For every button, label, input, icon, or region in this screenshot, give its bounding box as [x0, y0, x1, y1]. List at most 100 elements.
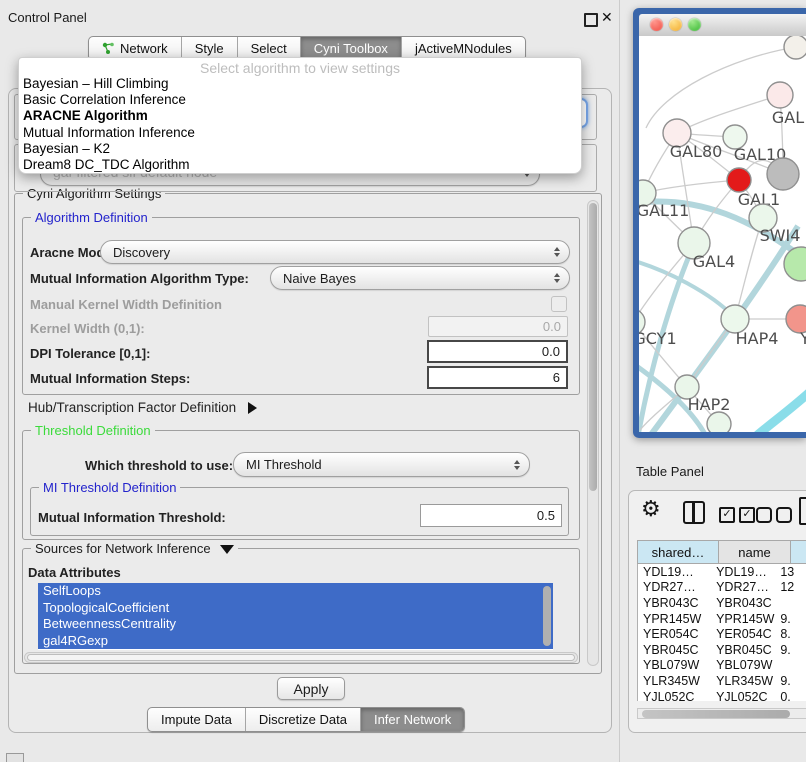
- node-unlabeled-top[interactable]: [784, 36, 806, 59]
- control-panel: Control Panel ✕ NetworkStyleSelectCyni T…: [0, 0, 620, 762]
- attributes-list-scrollbar[interactable]: [543, 586, 551, 646]
- attribute-item-gal4rgexp[interactable]: gal4RGexp: [38, 633, 553, 650]
- table-cell: YDR27…: [638, 580, 711, 594]
- node-gal-cut[interactable]: [767, 82, 793, 108]
- column-header-shared[interactable]: shared…: [637, 540, 719, 564]
- close-traffic-light[interactable]: [650, 18, 663, 31]
- node-gal80-label: GAL80: [670, 142, 723, 161]
- deselect-all-icon[interactable]: [756, 507, 792, 523]
- algorithm-option-bayesian-k2[interactable]: Bayesian – K2: [19, 141, 581, 157]
- which-threshold-combo[interactable]: MI Threshold: [233, 452, 530, 477]
- table-cell: YBR045C: [711, 643, 775, 657]
- mi-threshold-field[interactable]: 0.5: [420, 504, 562, 527]
- document-icon[interactable]: [799, 497, 806, 525]
- node-gal1[interactable]: [727, 168, 751, 192]
- table-cell: YBL079W: [638, 658, 711, 672]
- select-all-icon[interactable]: ✓✓: [719, 507, 755, 523]
- table-row-yjl052c[interactable]: YJL052CYJL052C0.: [638, 689, 806, 701]
- table-cell: 8.: [775, 627, 806, 641]
- combo-stepper-icon: [514, 460, 520, 470]
- data-attributes-label: Data Attributes: [28, 565, 121, 580]
- kernel-width-field[interactable]: 0.0: [428, 316, 568, 337]
- tab-infer-network[interactable]: Infer Network: [361, 708, 464, 731]
- algorithm-option-dream8-dc-tdc-algorithm[interactable]: Dream8 DC_TDC Algorithm: [19, 157, 581, 173]
- zoom-traffic-light[interactable]: [688, 18, 701, 31]
- attribute-item-topologicalcoefficient[interactable]: TopologicalCoefficient: [38, 600, 553, 617]
- tab-label: Impute Data: [161, 712, 232, 727]
- tab-discretize-data[interactable]: Discretize Data: [246, 708, 361, 731]
- network-window-titlebar[interactable]: [639, 14, 806, 37]
- table-cell: YJL052C: [638, 690, 711, 701]
- algorithm-option-basic-correlation-inference[interactable]: Basic Correlation Inference: [19, 92, 581, 108]
- table-panel-body: ⚙ ✓✓ shared…name YDL19…YDL19…13YDR27…YDR…: [628, 490, 806, 733]
- apply-button[interactable]: Apply: [277, 677, 345, 700]
- table-cell: YDL19…: [711, 565, 775, 579]
- aracne-mode-value: Discovery: [113, 245, 170, 260]
- manual-kernel-width-label: Manual Kernel Width Definition: [30, 297, 222, 312]
- attribute-item-selfloops[interactable]: SelfLoops: [38, 583, 553, 600]
- table-row-ydr27[interactable]: YDR27…YDR27…12: [638, 580, 806, 596]
- table-cell: YDL19…: [638, 565, 711, 579]
- mi-algorithm-type-combo[interactable]: Naive Bayes: [270, 266, 570, 290]
- table-row-ypr145w[interactable]: YPR145WYPR145W9.: [638, 611, 806, 627]
- mi-steps-field[interactable]: 6: [427, 366, 568, 389]
- mi-threshold-definition-title: MI Threshold Definition: [39, 480, 180, 495]
- node-gcy1-label: GCY1: [639, 329, 677, 348]
- node-gal11-label: GAL11: [639, 201, 689, 220]
- tab-label: Select: [251, 41, 287, 56]
- column-header-name[interactable]: name: [719, 540, 791, 564]
- node-hap4-label: HAP4: [736, 329, 779, 348]
- combo-stepper-icon: [554, 273, 560, 283]
- table-panel-title: Table Panel: [636, 464, 704, 479]
- table-horizontal-scrollbar[interactable]: [637, 708, 806, 719]
- tab-label: Infer Network: [374, 712, 451, 727]
- table-row-ybr043c[interactable]: YBR043CYBR043C: [638, 595, 806, 611]
- settings-vertical-scrollbar[interactable]: [587, 200, 599, 666]
- node-hap2-label: HAP2: [688, 395, 731, 414]
- table-cell: YLR345W: [711, 674, 775, 688]
- column-header-partial[interactable]: [791, 540, 806, 564]
- sources-horizontal-scrollbar[interactable]: [24, 652, 578, 663]
- table-cell: YPR145W: [638, 612, 711, 626]
- float-window-icon[interactable]: [584, 13, 598, 27]
- table-cell: YBL079W: [711, 658, 775, 672]
- network-view-window[interactable]: GALGAL80GAL10GAL1GAL11SWI4GAL4GCY1HAP4YH…: [633, 8, 806, 438]
- mi-algorithm-type-label: Mutual Information Algorithm Type:: [30, 271, 249, 286]
- dpi-tolerance-field[interactable]: 0.0: [427, 340, 568, 363]
- aracne-mode-combo[interactable]: Discovery: [100, 240, 570, 264]
- algorithm-definition-title: Algorithm Definition: [31, 210, 152, 225]
- algorithm-option-bayesian-hill-climbing[interactable]: Bayesian – Hill Climbing: [19, 76, 581, 92]
- control-panel-titlebar: Control Panel ✕: [0, 6, 620, 32]
- table-row-ydl19[interactable]: YDL19…YDL19…13: [638, 564, 806, 580]
- close-icon[interactable]: ✕: [601, 9, 613, 26]
- data-attributes-list[interactable]: SelfLoopsTopologicalCoefficientBetweenne…: [38, 583, 553, 650]
- algorithm-option-aracne-algorithm[interactable]: ARACNE Algorithm: [19, 108, 581, 124]
- minimize-traffic-light[interactable]: [669, 18, 682, 31]
- node-unlabeled-bottom[interactable]: [707, 412, 731, 432]
- split-columns-icon[interactable]: [683, 501, 705, 524]
- table-panel: Table Panel ⚙ ✓✓ shared…name YDL19…YDL19…: [620, 452, 806, 762]
- attribute-item-betweennesscentrality[interactable]: BetweennessCentrality: [38, 616, 553, 633]
- manual-kernel-width-checkbox[interactable]: [551, 296, 567, 312]
- chevron-right-icon: [248, 402, 257, 414]
- tab-label: Network: [120, 41, 168, 56]
- algorithm-dropdown-popup: Select algorithm to view settings Bayesi…: [18, 57, 582, 174]
- algorithm-option-mutual-information-inference[interactable]: Mutual Information Inference: [19, 125, 581, 141]
- tab-impute-data[interactable]: Impute Data: [148, 708, 246, 731]
- node-green-right[interactable]: [784, 247, 806, 281]
- table-row-ybr045c[interactable]: YBR045CYBR045C9.: [638, 642, 806, 658]
- sources-title-text: Sources for Network Inference: [35, 541, 211, 556]
- table-row-ybl079w[interactable]: YBL079WYBL079W: [638, 658, 806, 674]
- docked-panel-icon[interactable]: [6, 753, 24, 762]
- hub-definition-toggle[interactable]: Hub/Transcription Factor Definition: [28, 400, 257, 415]
- network-canvas[interactable]: GALGAL80GAL10GAL1GAL11SWI4GAL4GCY1HAP4YH…: [639, 36, 806, 432]
- table-row-yer054c[interactable]: YER054CYER054C8.: [638, 626, 806, 642]
- tab-label: Style: [195, 41, 224, 56]
- gear-icon[interactable]: ⚙: [641, 499, 661, 521]
- table-cell: 13: [775, 565, 806, 579]
- table-row-ylr345w[interactable]: YLR345WYLR345W9.: [638, 673, 806, 689]
- sources-group-title[interactable]: Sources for Network Inference: [31, 541, 238, 556]
- node-gray[interactable]: [767, 158, 799, 190]
- threshold-definition-title: Threshold Definition: [31, 423, 155, 438]
- network-graph: GALGAL80GAL10GAL1GAL11SWI4GAL4GCY1HAP4YH…: [639, 36, 806, 432]
